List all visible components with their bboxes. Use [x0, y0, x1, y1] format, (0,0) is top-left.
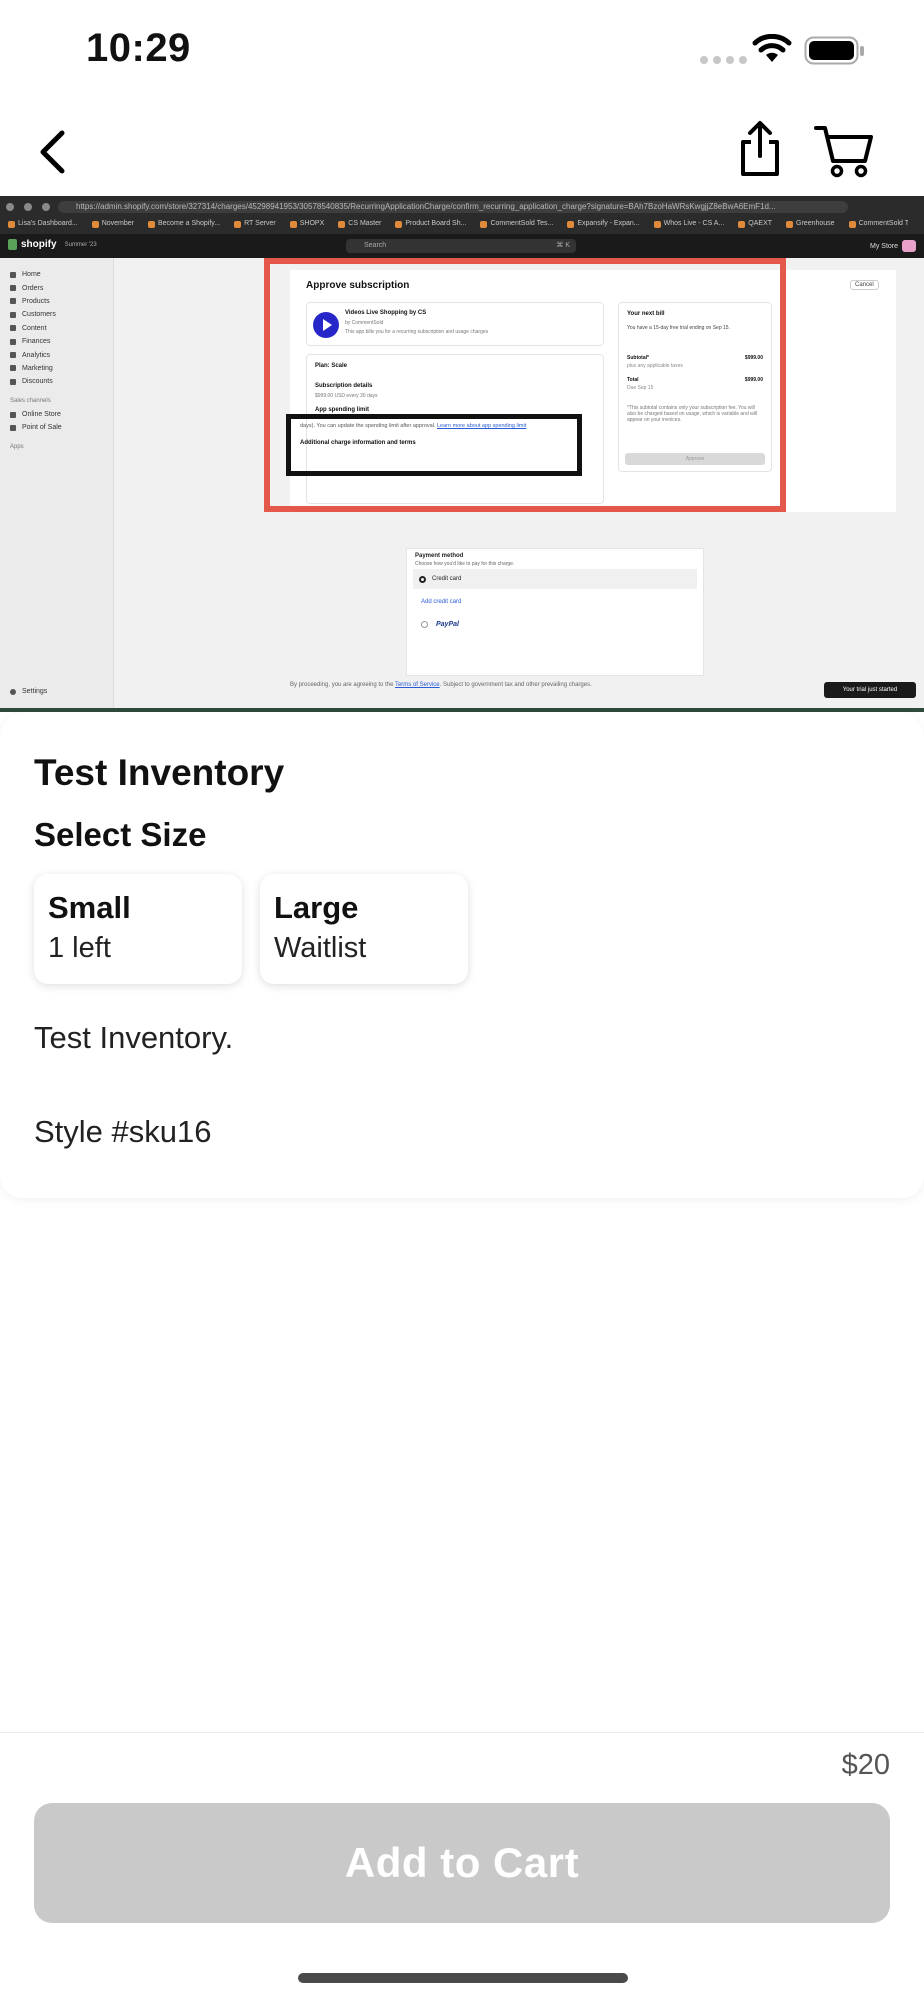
product-description: Test Inventory. Style #sku16 [34, 1014, 233, 1155]
description-line: Test Inventory. [34, 1020, 234, 1055]
shopify-search: Search ⌘ K [346, 239, 576, 253]
dialog-cancel: Cancel [850, 280, 879, 290]
add-to-cart-button[interactable]: Add to Cart [34, 1803, 890, 1923]
bookmark-item: SHOPX [289, 217, 324, 231]
admin-nav-item: Customers [10, 308, 113, 321]
product-details-card: Test Inventory Select Size Small 1 left … [0, 712, 924, 1198]
bookmark-item: CS Master [338, 217, 381, 231]
wifi-icon [752, 34, 792, 62]
size-stock: 1 left [48, 932, 111, 964]
price: $20 [841, 1749, 890, 1781]
admin-nav-item: Home [10, 268, 113, 281]
bookmark-item: Lisa's Dashboard... [8, 217, 78, 231]
browser-chrome: https://admin.shopify.com/store/327314/c… [0, 196, 924, 234]
admin-nav-item: Marketing [10, 362, 113, 375]
style-number: Style #sku16 [34, 1114, 212, 1149]
size-heading: Select Size [34, 816, 207, 853]
browser-nav-icons [6, 203, 50, 211]
browser-url: https://admin.shopify.com/store/327314/c… [58, 201, 848, 213]
home-indicator[interactable] [298, 1973, 628, 1983]
cart-icon [814, 126, 873, 178]
admin-nav-item: Online Store [10, 408, 113, 421]
additional-terms: Additional charge information and terms [300, 440, 416, 446]
bookmark-item: Become a Shopify... [148, 217, 220, 231]
chevron-left-icon [40, 130, 65, 174]
size-options: Small 1 left Large Waitlist [34, 874, 468, 984]
admin-section-label: Sales channels [10, 398, 51, 405]
payment-card: Payment method Choose how you'd like to … [406, 548, 704, 676]
bookmark-item: RT Server [234, 217, 276, 231]
shopify-store: My Store [870, 240, 917, 252]
product-image[interactable]: https://admin.shopify.com/store/327314/c… [0, 196, 924, 712]
cellular-signal-icon [700, 56, 747, 64]
admin-sidebar: Home Orders Products Customers Content F… [0, 258, 114, 712]
trial-started-pill: Your trial just started [824, 682, 916, 698]
admin-nav-item: Content [10, 322, 113, 335]
bookmark-item: Product Board Sh... [395, 217, 466, 231]
bottom-bar: $20 Add to Cart [0, 1732, 924, 2000]
admin-nav-item: Finances [10, 335, 113, 348]
cart-button[interactable] [808, 118, 880, 184]
product-title: Test Inventory [34, 752, 285, 793]
bookmark-item: Expansify - Expan... [567, 217, 640, 231]
size-option-large[interactable]: Large Waitlist [260, 874, 468, 984]
spending-limit-text: days). You can update the spending limit… [300, 423, 527, 429]
credit-card-option: Credit card [413, 569, 697, 589]
status-bar: 10:29 [0, 0, 924, 110]
bookmark-item: CommentSold Tes... [480, 217, 553, 231]
admin-nav-item: Point of Sale [10, 421, 113, 434]
size-name: Large [274, 890, 359, 925]
share-button[interactable] [730, 114, 790, 184]
share-icon [741, 121, 779, 176]
bookmark-item: Whos Live - CS A... [653, 217, 724, 231]
back-button[interactable] [22, 122, 82, 182]
admin-nav-item: Analytics [10, 348, 113, 361]
admin-nav-item: Discounts [10, 375, 113, 388]
size-stock: Waitlist [274, 932, 367, 964]
admin-nav-item: Products [10, 295, 113, 308]
shopify-topbar: shopify Summer '23 Search ⌘ K My Store [0, 234, 924, 258]
battery-icon [804, 36, 864, 65]
size-option-small[interactable]: Small 1 left [34, 874, 242, 984]
admin-nav-item: Orders [10, 281, 113, 294]
admin-section-label: Apps [10, 444, 24, 451]
bookmark-item: November [91, 217, 134, 231]
terms-text: By proceeding, you are agreeing to the T… [290, 682, 592, 688]
status-time: 10:29 [86, 26, 191, 70]
admin-settings: Settings [10, 688, 47, 695]
bookmarks-bar: Lisa's Dashboard... November Become a Sh… [8, 217, 908, 231]
bookmark-item: QAEXT [738, 217, 772, 231]
bookmark-item: Greenhouse [786, 217, 835, 231]
paypal-option: PayPal [421, 621, 459, 628]
nav-bar [0, 110, 924, 196]
size-name: Small [48, 890, 131, 925]
bookmark-item: CommentSold Trai... [848, 217, 908, 231]
shopify-logo: shopify Summer '23 [8, 239, 97, 250]
add-credit-card-link: Add credit card [421, 599, 462, 605]
